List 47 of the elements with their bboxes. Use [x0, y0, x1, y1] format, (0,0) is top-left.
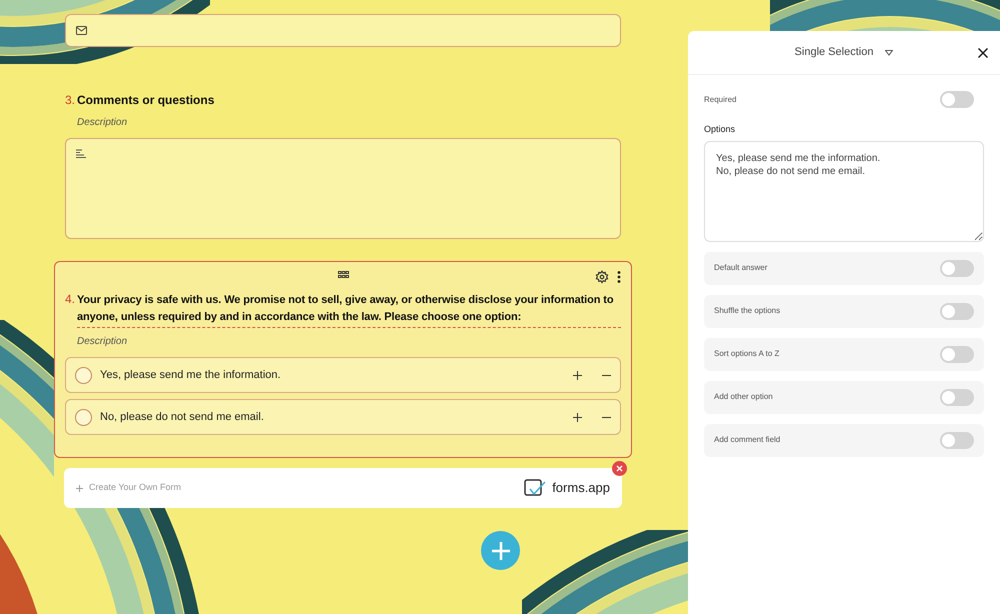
more-options-icon[interactable]: [617, 271, 621, 283]
toggle-switch[interactable]: [940, 432, 974, 448]
setting-label: Shuffle the options: [714, 305, 780, 317]
plus-icon: [490, 540, 510, 560]
add-button[interactable]: [481, 531, 520, 570]
question-description: Description: [77, 335, 128, 349]
setting-label: Add other option: [714, 391, 773, 403]
close-icon[interactable]: [978, 48, 988, 58]
setting-label: Default answer: [714, 262, 768, 274]
caret-icon: [885, 50, 894, 56]
option-row[interactable]: No, please do not send me email.: [65, 399, 621, 435]
question-number: 4.: [65, 291, 76, 308]
radio-button[interactable]: [75, 366, 92, 384]
required-label: Required: [704, 94, 736, 106]
question-number: 3.: [65, 92, 76, 109]
logo-text: forms.app: [552, 479, 610, 498]
options-heading: Options: [704, 123, 736, 136]
option-row[interactable]: Yes, please send me the information.: [65, 357, 621, 393]
settings-icon[interactable]: [595, 270, 609, 284]
close-icon: [616, 465, 623, 472]
question-title: Comments or questions: [77, 92, 214, 109]
toggle-switch[interactable]: [940, 91, 974, 108]
options-field[interactable]: Yes, please send me the information. No, please do not send me email.: [704, 140, 984, 242]
setting-label: Add comment field: [714, 434, 780, 446]
option-label: No, please do not send me email.: [100, 410, 265, 425]
plus-icon[interactable]: [573, 412, 582, 422]
question-description: Description: [77, 116, 128, 130]
toggle-switch[interactable]: [940, 260, 974, 276]
setting-label: Sort options A to Z: [714, 348, 780, 360]
close-button[interactable]: [612, 461, 627, 476]
toggle-switch[interactable]: [940, 388, 974, 406]
promo-banner[interactable]: Create Your Own Form forms.app: [64, 468, 622, 508]
question-card[interactable]: [54, 261, 632, 458]
question-type-dropdown[interactable]: Single Selection: [794, 44, 894, 61]
question-title[interactable]: Your privacy is safe with us. We promise not to sell, give away, or otherwise disclose your information to anyone, unless required by and in accordance with the law. Please choose one option:: [77, 292, 621, 328]
plus-icon[interactable]: [573, 370, 582, 380]
plus-icon: [76, 484, 83, 492]
logo-icon: [524, 479, 546, 497]
envelope-icon: [76, 26, 87, 35]
email-field[interactable]: [65, 14, 621, 47]
answer-box[interactable]: [65, 138, 621, 239]
toggle-switch[interactable]: [940, 346, 974, 362]
text-lines-icon: [76, 149, 86, 158]
drag-handle-icon[interactable]: [338, 271, 348, 278]
toggle-switch[interactable]: [940, 302, 974, 320]
radio-button[interactable]: [75, 408, 92, 426]
option-label: Yes, please send me the information.: [100, 368, 282, 383]
